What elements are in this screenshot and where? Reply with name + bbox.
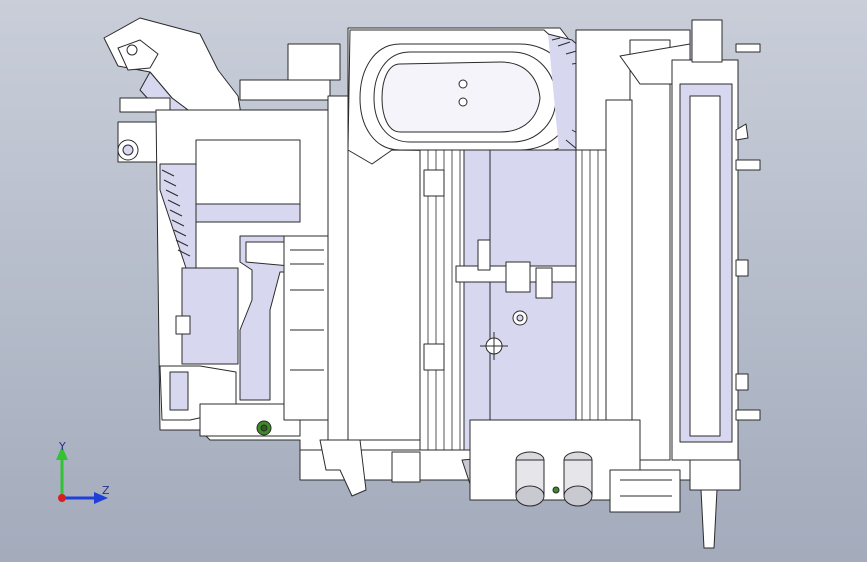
- 3d-model-viewport[interactable]: Y Z: [0, 0, 867, 562]
- axis-triad-icon: [56, 446, 108, 504]
- z-axis-label: Z: [102, 484, 110, 497]
- y-axis-label: Y: [59, 440, 66, 453]
- hvac-housing-assembly-model[interactable]: [0, 0, 867, 562]
- coordinate-triad: Y Z: [44, 436, 114, 510]
- x-axis-dot-icon: [58, 494, 66, 502]
